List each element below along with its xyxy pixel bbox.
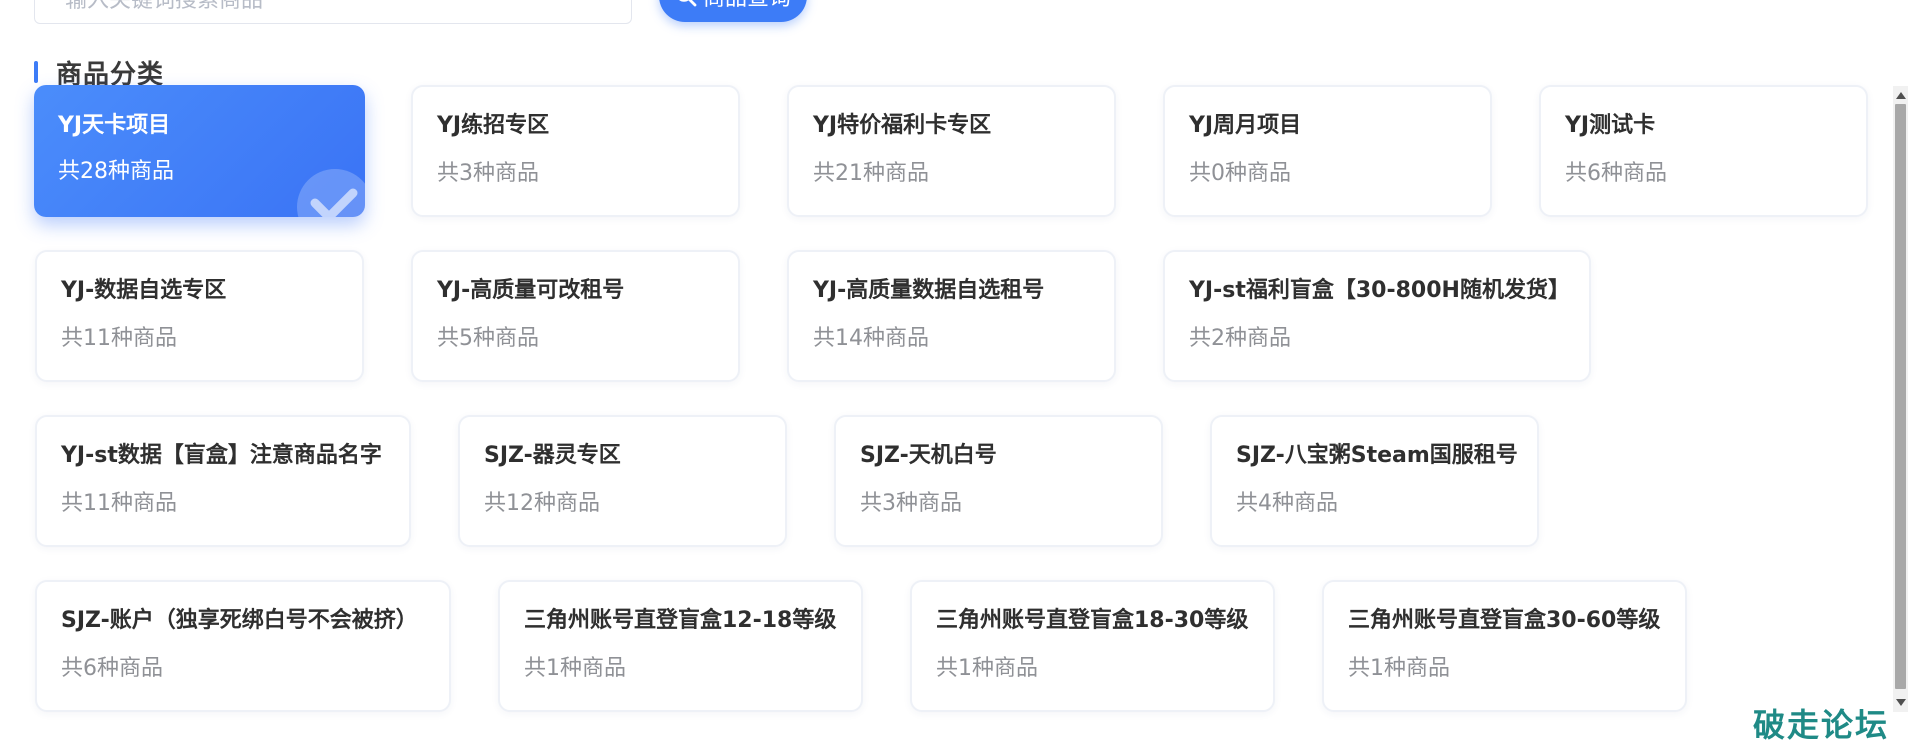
category-name: YJ周月项目 bbox=[1189, 113, 1302, 138]
category-card[interactable]: YJ-st福利盲盒【30-800H随机发货】 共2种商品 bbox=[1163, 250, 1591, 382]
category-count: 共5种商品 bbox=[437, 326, 539, 351]
category-count: 共3种商品 bbox=[860, 491, 962, 516]
category-count: 共21种商品 bbox=[813, 161, 929, 186]
category-count: 共14种商品 bbox=[813, 326, 929, 351]
category-count: 共6种商品 bbox=[61, 656, 163, 681]
search-button-label: 商品查询 bbox=[703, 0, 791, 12]
category-name: YJ-st数据【盲盒】注意商品名字 bbox=[61, 443, 382, 468]
category-card[interactable]: 三角州账号直登盲盒12-18等级 共1种商品 bbox=[498, 580, 863, 712]
category-card[interactable]: YJ特价福利卡专区 共21种商品 bbox=[787, 85, 1116, 217]
category-card[interactable]: YJ练招专区 共3种商品 bbox=[411, 85, 740, 217]
category-card[interactable]: SJZ-器灵专区 共12种商品 bbox=[458, 415, 787, 547]
search-button[interactable]: 商品查询 bbox=[659, 0, 807, 22]
category-name: 三角州账号直登盲盒18-30等级 bbox=[936, 608, 1249, 633]
category-name: YJ-高质量可改租号 bbox=[437, 278, 625, 303]
category-count: 共1种商品 bbox=[1348, 656, 1450, 681]
search-placeholder: 输入关键词搜索商品 bbox=[65, 0, 264, 13]
category-name: 三角州账号直登盲盒30-60等级 bbox=[1348, 608, 1661, 633]
search-icon bbox=[675, 0, 697, 7]
category-card[interactable]: YJ天卡项目 共28种商品 bbox=[34, 85, 365, 217]
watermark-logo: 破走论坛 bbox=[1753, 706, 1890, 744]
category-count: 共1种商品 bbox=[936, 656, 1038, 681]
category-card[interactable]: YJ测试卡 共6种商品 bbox=[1539, 85, 1868, 217]
scroll-down-icon[interactable] bbox=[1896, 699, 1906, 706]
vertical-scrollbar[interactable] bbox=[1893, 86, 1908, 712]
category-count: 共4种商品 bbox=[1236, 491, 1338, 516]
category-count: 共1种商品 bbox=[524, 656, 626, 681]
category-name: 三角州账号直登盲盒12-18等级 bbox=[524, 608, 837, 633]
category-card[interactable]: YJ-高质量可改租号 共5种商品 bbox=[411, 250, 740, 382]
category-name: YJ-st福利盲盒【30-800H随机发货】 bbox=[1189, 278, 1570, 303]
category-card[interactable]: 三角州账号直登盲盒18-30等级 共1种商品 bbox=[910, 580, 1275, 712]
search-input[interactable]: 输入关键词搜索商品 bbox=[34, 0, 632, 24]
category-count: 共11种商品 bbox=[61, 491, 177, 516]
category-name: YJ特价福利卡专区 bbox=[813, 113, 992, 138]
category-card[interactable]: YJ-st数据【盲盒】注意商品名字 共11种商品 bbox=[35, 415, 411, 547]
section-header: 商品分类 bbox=[34, 56, 164, 90]
category-count: 共3种商品 bbox=[437, 161, 539, 186]
category-card[interactable]: YJ周月项目 共0种商品 bbox=[1163, 85, 1492, 217]
category-name: YJ-数据自选专区 bbox=[61, 278, 227, 303]
category-count: 共6种商品 bbox=[1565, 161, 1667, 186]
category-card[interactable]: SJZ-天机白号 共3种商品 bbox=[834, 415, 1163, 547]
category-name: SJZ-器灵专区 bbox=[484, 443, 621, 468]
check-icon bbox=[291, 163, 365, 217]
category-card[interactable]: YJ-数据自选专区 共11种商品 bbox=[35, 250, 364, 382]
category-name: YJ-高质量数据自选租号 bbox=[813, 278, 1045, 303]
category-name: YJ天卡项目 bbox=[58, 113, 171, 138]
category-count: 共0种商品 bbox=[1189, 161, 1291, 186]
category-name: YJ测试卡 bbox=[1565, 113, 1656, 138]
category-name: SJZ-八宝粥Steam国服租号 bbox=[1236, 443, 1518, 468]
scroll-thumb[interactable] bbox=[1895, 104, 1906, 689]
section-accent-bar bbox=[34, 61, 38, 83]
category-count: 共2种商品 bbox=[1189, 326, 1291, 351]
category-count: 共11种商品 bbox=[61, 326, 177, 351]
category-card[interactable]: SJZ-账户（独享死绑白号不会被挤） 共6种商品 bbox=[35, 580, 451, 712]
category-card[interactable]: YJ-高质量数据自选租号 共14种商品 bbox=[787, 250, 1116, 382]
category-name: YJ练招专区 bbox=[437, 113, 550, 138]
category-card[interactable]: 三角州账号直登盲盒30-60等级 共1种商品 bbox=[1322, 580, 1687, 712]
category-card[interactable]: SJZ-八宝粥Steam国服租号 共4种商品 bbox=[1210, 415, 1539, 547]
scroll-up-icon[interactable] bbox=[1896, 92, 1906, 99]
category-count: 共12种商品 bbox=[484, 491, 600, 516]
category-name: SJZ-天机白号 bbox=[860, 443, 997, 468]
category-name: SJZ-账户（独享死绑白号不会被挤） bbox=[61, 608, 418, 633]
